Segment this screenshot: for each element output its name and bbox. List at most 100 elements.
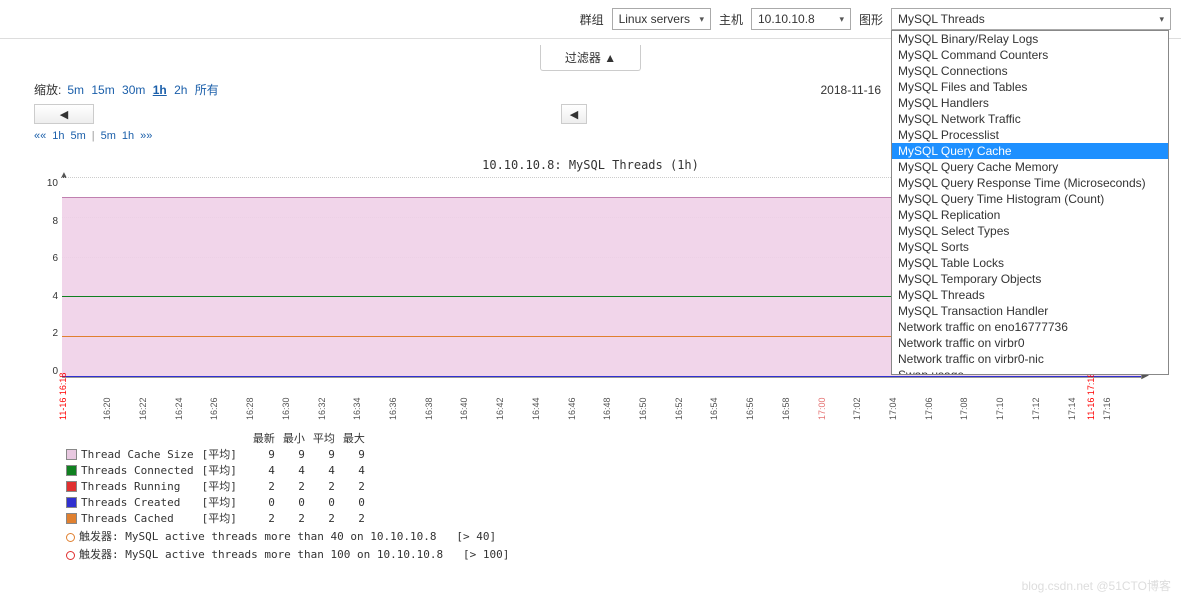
- x-tick: 17:12: [1031, 397, 1041, 420]
- x-axis-start-label: 11-16 16:18: [58, 373, 68, 420]
- pager-link[interactable]: 1h: [52, 130, 64, 142]
- x-tick: 16:48: [602, 397, 612, 420]
- dropdown-option[interactable]: Network traffic on eno16777736: [892, 319, 1168, 335]
- legend-row: Thread Cache Size[平均]9999: [66, 446, 373, 462]
- nav-left-button[interactable]: ◀: [34, 104, 94, 124]
- dropdown-option[interactable]: MySQL Query Response Time (Microseconds): [892, 175, 1168, 191]
- y-tick: 10: [38, 178, 58, 189]
- dropdown-option[interactable]: Network traffic on virbr0-nic: [892, 351, 1168, 367]
- x-tick: 16:30: [281, 397, 291, 420]
- x-tick: 16:58: [781, 397, 791, 420]
- filter-toggle-button[interactable]: 过滤器 ▲: [540, 45, 641, 71]
- pager-last[interactable]: »»: [140, 130, 152, 142]
- x-tick: 16:34: [352, 397, 362, 420]
- pager-link[interactable]: 5m: [101, 130, 116, 142]
- dropdown-option[interactable]: MySQL Replication: [892, 207, 1168, 223]
- legend-row: Threads Connected[平均]4444: [66, 462, 373, 478]
- x-tick: 16:38: [424, 397, 434, 420]
- x-tick: 17:10: [995, 397, 1005, 420]
- zoom-label: 缩放:: [34, 81, 61, 98]
- zoom-option[interactable]: 2h: [172, 83, 189, 97]
- dropdown-option[interactable]: MySQL Binary/Relay Logs: [892, 31, 1168, 47]
- dropdown-option[interactable]: MySQL Query Cache: [892, 143, 1168, 159]
- y-tick: 6: [38, 253, 58, 264]
- top-filter-bar: 群组 Linux servers 主机 10.10.10.8 图形 MySQL …: [0, 0, 1181, 38]
- legend-row: Threads Running[平均]2222: [66, 478, 373, 494]
- x-tick: 17:08: [959, 397, 969, 420]
- dropdown-option[interactable]: MySQL Temporary Objects: [892, 271, 1168, 287]
- zoom-option[interactable]: 15m: [89, 83, 116, 97]
- dropdown-option[interactable]: MySQL Handlers: [892, 95, 1168, 111]
- dropdown-option[interactable]: MySQL Transaction Handler: [892, 303, 1168, 319]
- group-label: 群组: [580, 11, 604, 28]
- host-label: 主机: [719, 11, 743, 28]
- zoom-option[interactable]: 30m: [120, 83, 147, 97]
- pager-first[interactable]: ««: [34, 130, 46, 142]
- graph-select-value: MySQL Threads: [898, 12, 985, 26]
- trigger-row: 触发器: MySQL active threads more than 40 o…: [66, 528, 1147, 544]
- x-axis: 11-16 16:18 11-16 17:18 16:2016:2216:241…: [62, 378, 1141, 420]
- x-tick: 16:52: [674, 397, 684, 420]
- y-axis-arrow-icon: ▲: [59, 170, 69, 181]
- zoom-option[interactable]: 所有: [193, 83, 221, 97]
- x-tick: 17:02: [852, 397, 862, 420]
- dropdown-option[interactable]: MySQL Files and Tables: [892, 79, 1168, 95]
- graph-dropdown[interactable]: MySQL Binary/Relay LogsMySQL Command Cou…: [891, 30, 1169, 375]
- x-tick: 17:14: [1067, 397, 1077, 420]
- x-tick: 16:28: [245, 397, 255, 420]
- x-tick: 16:32: [317, 397, 327, 420]
- y-axis: 10 8 6 4 2 0: [38, 178, 58, 377]
- x-tick: 17:06: [924, 397, 934, 420]
- pager-link[interactable]: 5m: [71, 130, 86, 142]
- dropdown-option[interactable]: MySQL Network Traffic: [892, 111, 1168, 127]
- y-tick: 4: [38, 291, 58, 302]
- x-tick: 16:36: [388, 397, 398, 420]
- group-select[interactable]: Linux servers: [612, 8, 711, 30]
- dropdown-option[interactable]: MySQL Table Locks: [892, 255, 1168, 271]
- dropdown-option[interactable]: MySQL Connections: [892, 63, 1168, 79]
- graph-select[interactable]: MySQL Threads: [891, 8, 1171, 30]
- legend-row: Threads Cached[平均]2222: [66, 510, 373, 526]
- zoom-option[interactable]: 5m: [65, 83, 86, 97]
- zoom-option[interactable]: 1h: [151, 83, 169, 97]
- graph-label: 图形: [859, 11, 883, 28]
- dropdown-option[interactable]: Network traffic on virbr0: [892, 335, 1168, 351]
- dropdown-option[interactable]: MySQL Select Types: [892, 223, 1168, 239]
- x-tick: 17:04: [888, 397, 898, 420]
- x-tick: 16:46: [567, 397, 577, 420]
- x-tick: 16:20: [102, 397, 112, 420]
- dropdown-option[interactable]: MySQL Query Cache Memory: [892, 159, 1168, 175]
- x-tick: 16:24: [174, 397, 184, 420]
- x-tick: 16:22: [138, 397, 148, 420]
- x-tick: 16:50: [638, 397, 648, 420]
- x-tick: 16:44: [531, 397, 541, 420]
- x-tick: 16:40: [459, 397, 469, 420]
- x-tick: 16:26: [209, 397, 219, 420]
- trigger-row: 触发器: MySQL active threads more than 100 …: [66, 546, 1147, 562]
- x-tick: 16:42: [495, 397, 505, 420]
- group-select-value: Linux servers: [619, 12, 690, 26]
- legend: 最新最小平均最大Thread Cache Size[平均]9999Threads…: [66, 430, 1147, 526]
- x-tick: 16:54: [709, 397, 719, 420]
- y-tick: 2: [38, 328, 58, 339]
- dropdown-option[interactable]: Swap usage: [892, 367, 1168, 375]
- dropdown-option[interactable]: MySQL Threads: [892, 287, 1168, 303]
- x-tick: 16:56: [745, 397, 755, 420]
- graph-select-wrapper: MySQL Threads MySQL Binary/Relay LogsMyS…: [891, 8, 1171, 30]
- y-tick: 8: [38, 216, 58, 227]
- y-tick: 0: [38, 366, 58, 377]
- host-select[interactable]: 10.10.10.8: [751, 8, 851, 30]
- dropdown-option[interactable]: MySQL Query Time Histogram (Count): [892, 191, 1168, 207]
- date-display: 2018-11-16: [821, 83, 882, 97]
- dropdown-option[interactable]: MySQL Processlist: [892, 127, 1168, 143]
- x-tick: 17:16: [1102, 397, 1112, 420]
- pager-link[interactable]: 1h: [122, 130, 134, 142]
- nav-right-button[interactable]: ◀: [561, 104, 587, 124]
- x-axis-end-label: 11-16 17:18: [1086, 373, 1096, 420]
- host-select-value: 10.10.10.8: [758, 12, 815, 26]
- dropdown-option[interactable]: MySQL Command Counters: [892, 47, 1168, 63]
- watermark: blog.csdn.net @51CTO博客: [1022, 577, 1171, 594]
- x-tick: 17:00: [817, 397, 827, 420]
- dropdown-option[interactable]: MySQL Sorts: [892, 239, 1168, 255]
- legend-row: Threads Created[平均]0000: [66, 494, 373, 510]
